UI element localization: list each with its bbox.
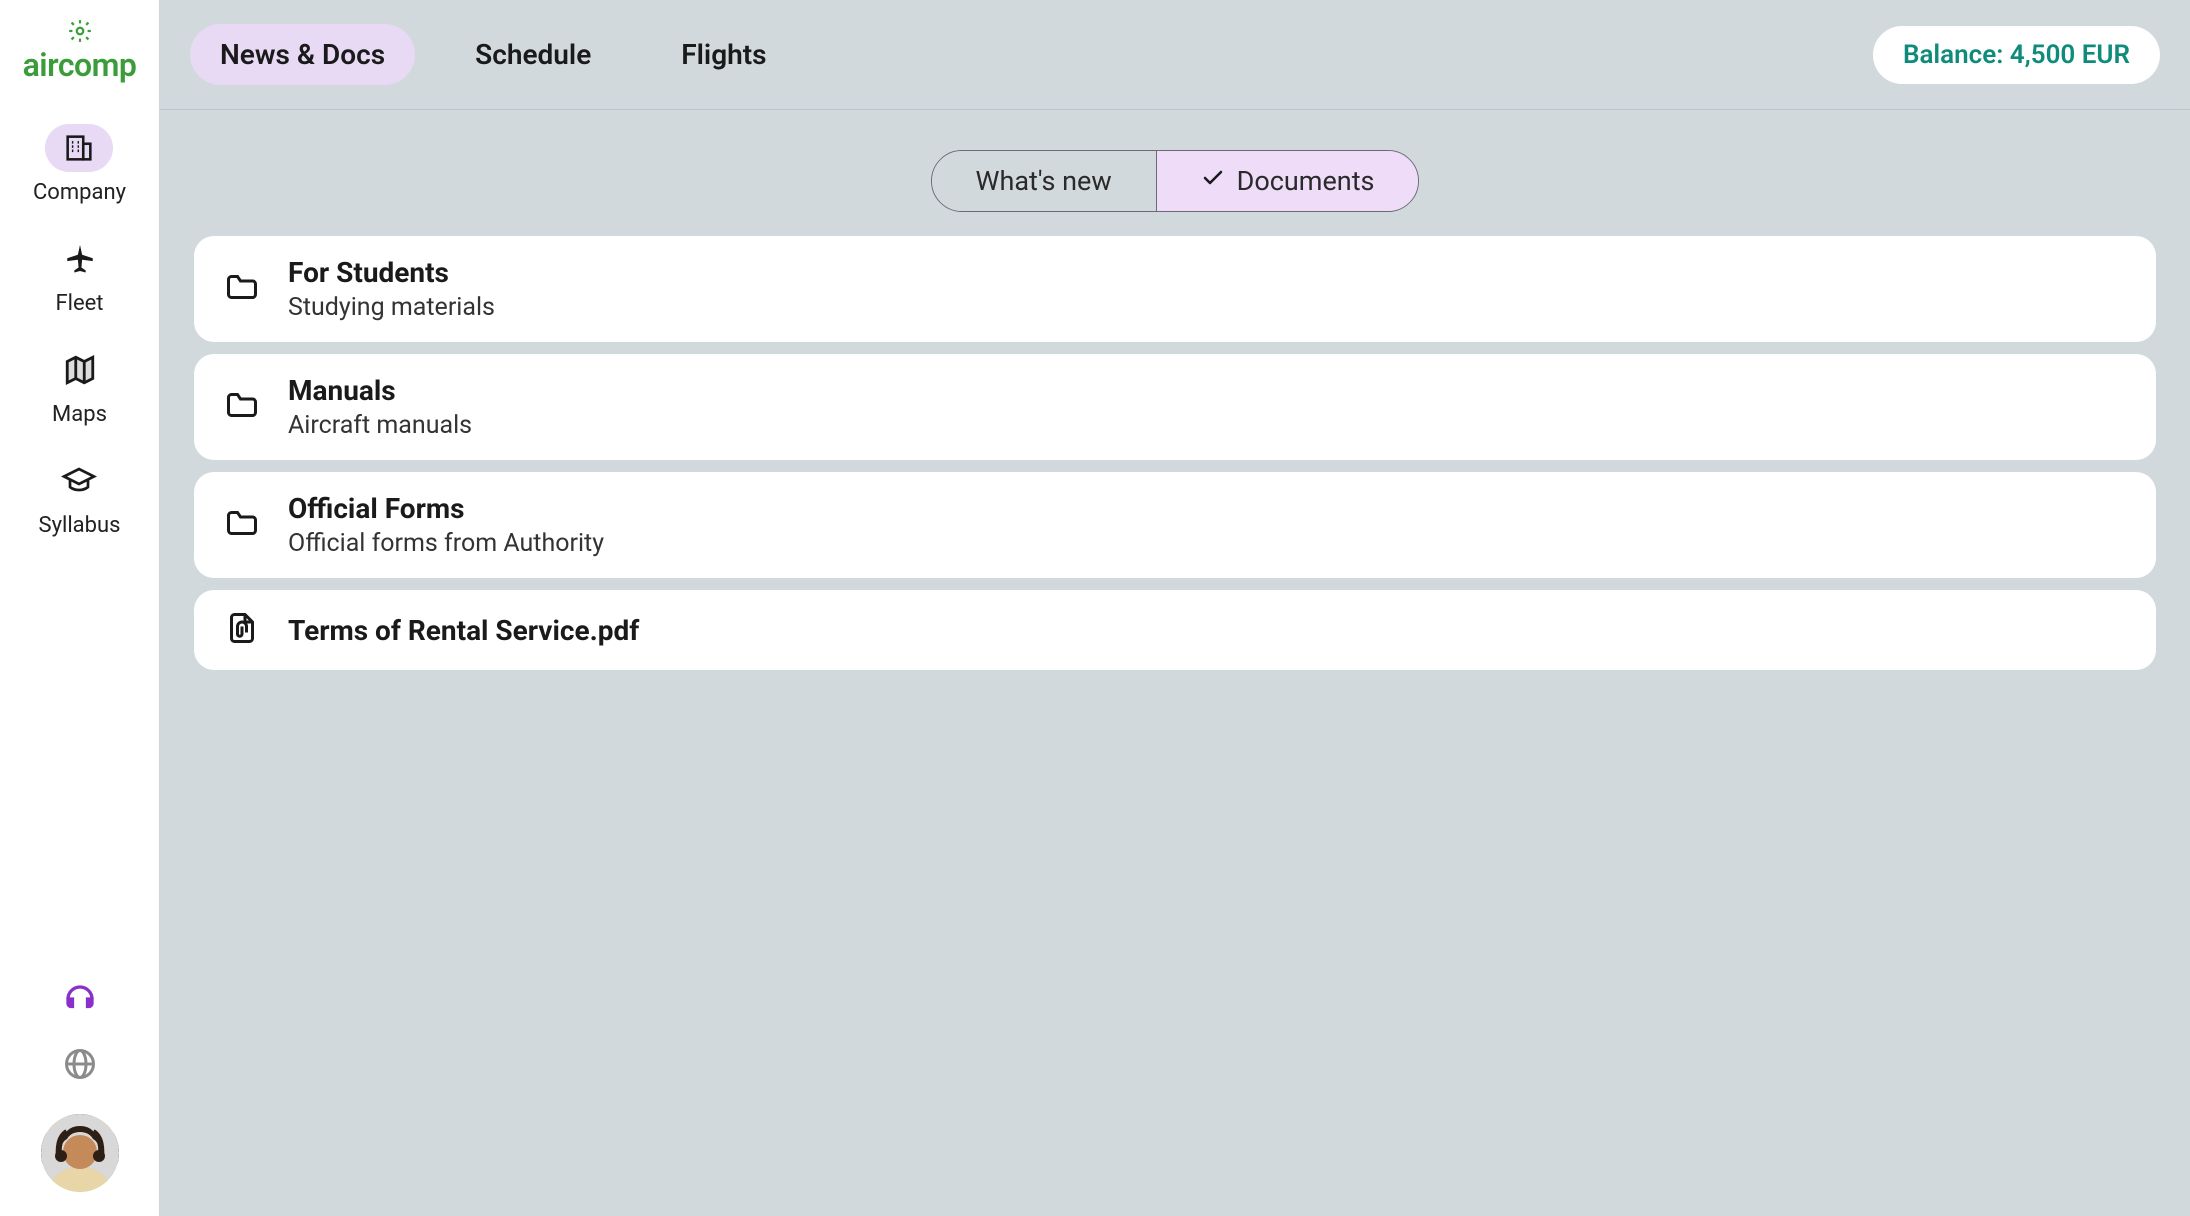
doc-title: Manuals (288, 374, 472, 407)
sidebar-nav: Company Fleet Maps (0, 124, 159, 538)
folder-row-for-students[interactable]: For Students Studying materials (194, 236, 2156, 342)
tab-documents[interactable]: Documents (1157, 151, 1419, 211)
doc-text: Manuals Aircraft manuals (288, 374, 472, 440)
graduation-cap-icon (45, 457, 113, 505)
sidebar-bottom (41, 978, 119, 1192)
doc-text: For Students Studying materials (288, 256, 495, 322)
folder-icon (224, 269, 260, 309)
doc-subtitle: Official forms from Authority (288, 529, 604, 558)
airplane-icon (46, 235, 114, 283)
content-area: What's new Documents For Stu (160, 110, 2190, 1216)
sidebar-item-maps[interactable]: Maps (46, 346, 114, 427)
sidebar-item-label: Maps (52, 402, 107, 427)
sidebar-item-fleet[interactable]: Fleet (46, 235, 114, 316)
avatar[interactable] (41, 1114, 119, 1192)
folder-icon (224, 387, 260, 427)
sidebar-item-syllabus[interactable]: Syllabus (39, 457, 121, 538)
folder-row-official-forms[interactable]: Official Forms Official forms from Autho… (194, 472, 2156, 578)
topbar: News & Docs Schedule Flights Balance: 4,… (160, 0, 2190, 110)
check-icon (1201, 165, 1225, 197)
gear-flower-icon (67, 18, 93, 48)
file-row-terms-of-rental[interactable]: Terms of Rental Service.pdf (194, 590, 2156, 670)
topnav-item-schedule[interactable]: Schedule (445, 24, 621, 85)
file-attachment-icon (224, 610, 260, 650)
doc-title: For Students (288, 256, 495, 289)
map-icon (46, 346, 114, 394)
globe-icon[interactable] (62, 1046, 98, 1086)
segmented-control: What's new Documents (931, 150, 1420, 212)
brand-logo[interactable]: aircomp (23, 18, 137, 84)
tab-label: Documents (1237, 165, 1375, 197)
tab-whats-new[interactable]: What's new (932, 151, 1157, 211)
balance-pill[interactable]: Balance: 4,500 EUR (1873, 26, 2160, 84)
topnav-item-flights[interactable]: Flights (651, 24, 796, 85)
sidebar-item-label: Company (33, 180, 126, 205)
document-list: For Students Studying materials Manuals … (194, 236, 2156, 670)
topnav: News & Docs Schedule Flights (190, 24, 797, 85)
sidebar-item-label: Fleet (55, 291, 103, 316)
tab-label: What's new (976, 165, 1112, 197)
main: News & Docs Schedule Flights Balance: 4,… (160, 0, 2190, 1216)
sidebar: aircomp Company Fleet (0, 0, 160, 1216)
doc-text: Official Forms Official forms from Autho… (288, 492, 604, 558)
topnav-item-news-docs[interactable]: News & Docs (190, 24, 415, 85)
folder-icon (224, 505, 260, 545)
sidebar-item-label: Syllabus (39, 513, 121, 538)
brand-name: aircomp (23, 46, 137, 84)
doc-subtitle: Studying materials (288, 293, 495, 322)
doc-title: Terms of Rental Service.pdf (288, 614, 639, 647)
doc-subtitle: Aircraft manuals (288, 411, 472, 440)
building-icon (45, 124, 113, 172)
support-icon[interactable] (62, 978, 98, 1018)
folder-row-manuals[interactable]: Manuals Aircraft manuals (194, 354, 2156, 460)
sidebar-item-company[interactable]: Company (33, 124, 126, 205)
doc-title: Official Forms (288, 492, 604, 525)
